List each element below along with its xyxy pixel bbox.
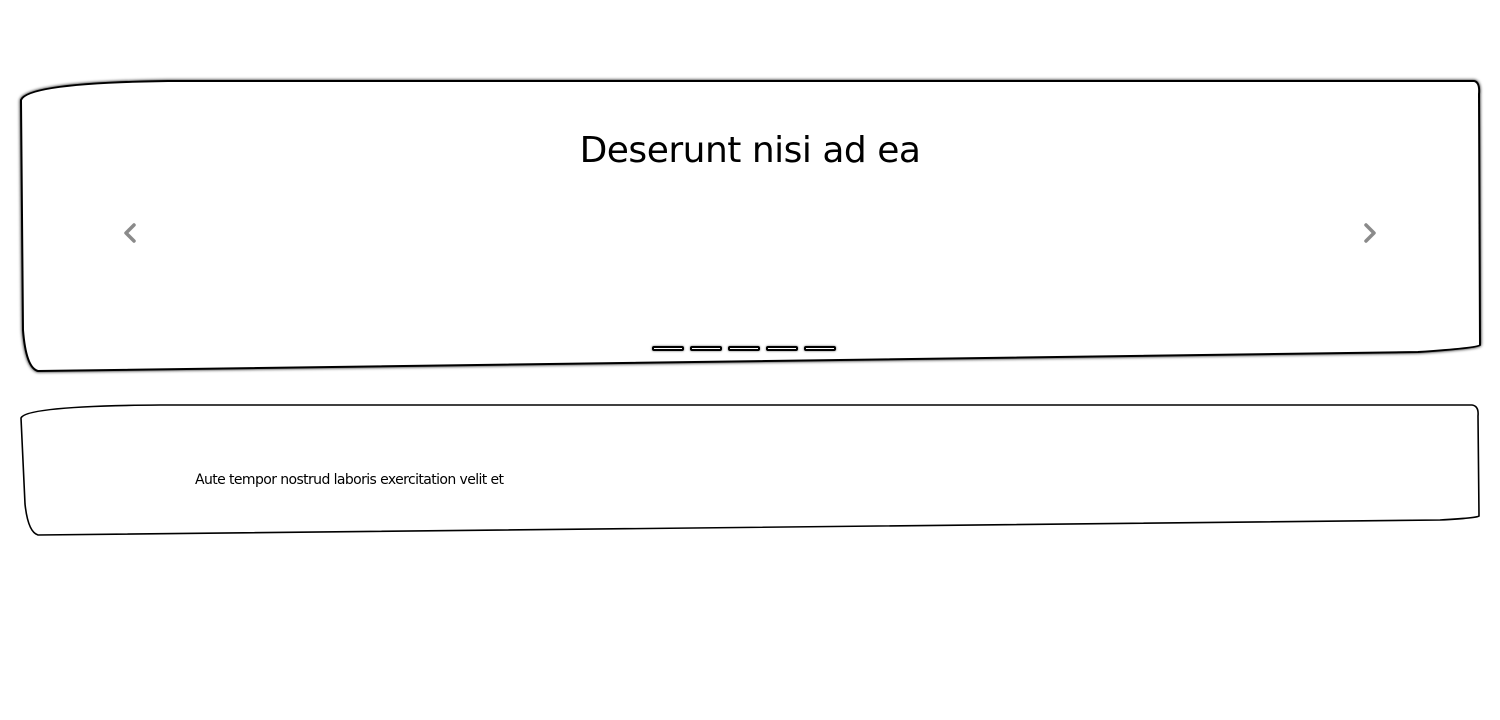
previous-slide-button[interactable] bbox=[115, 218, 145, 248]
slide-indicator-4[interactable] bbox=[766, 346, 798, 351]
content-card: Aute tempor nostrud laboris exercitation… bbox=[20, 404, 1480, 536]
content-card-frame bbox=[20, 404, 1480, 536]
chevron-right-icon bbox=[1364, 223, 1376, 243]
carousel-indicators bbox=[652, 346, 836, 351]
page: Deserunt nisi ad ea Aute tempor nostrud … bbox=[0, 0, 1500, 720]
next-slide-button[interactable] bbox=[1355, 218, 1385, 248]
slide-indicator-1[interactable] bbox=[652, 346, 684, 351]
slide-indicator-2[interactable] bbox=[690, 346, 722, 351]
card-text: Aute tempor nostrud laboris exercitation… bbox=[195, 472, 504, 488]
carousel: Deserunt nisi ad ea bbox=[18, 80, 1482, 373]
slide-indicator-3[interactable] bbox=[728, 346, 760, 351]
chevron-left-icon bbox=[124, 223, 136, 243]
slide-indicator-5[interactable] bbox=[804, 346, 836, 351]
slide-title: Deserunt nisi ad ea bbox=[579, 130, 921, 171]
carousel-frame bbox=[19, 80, 1482, 373]
